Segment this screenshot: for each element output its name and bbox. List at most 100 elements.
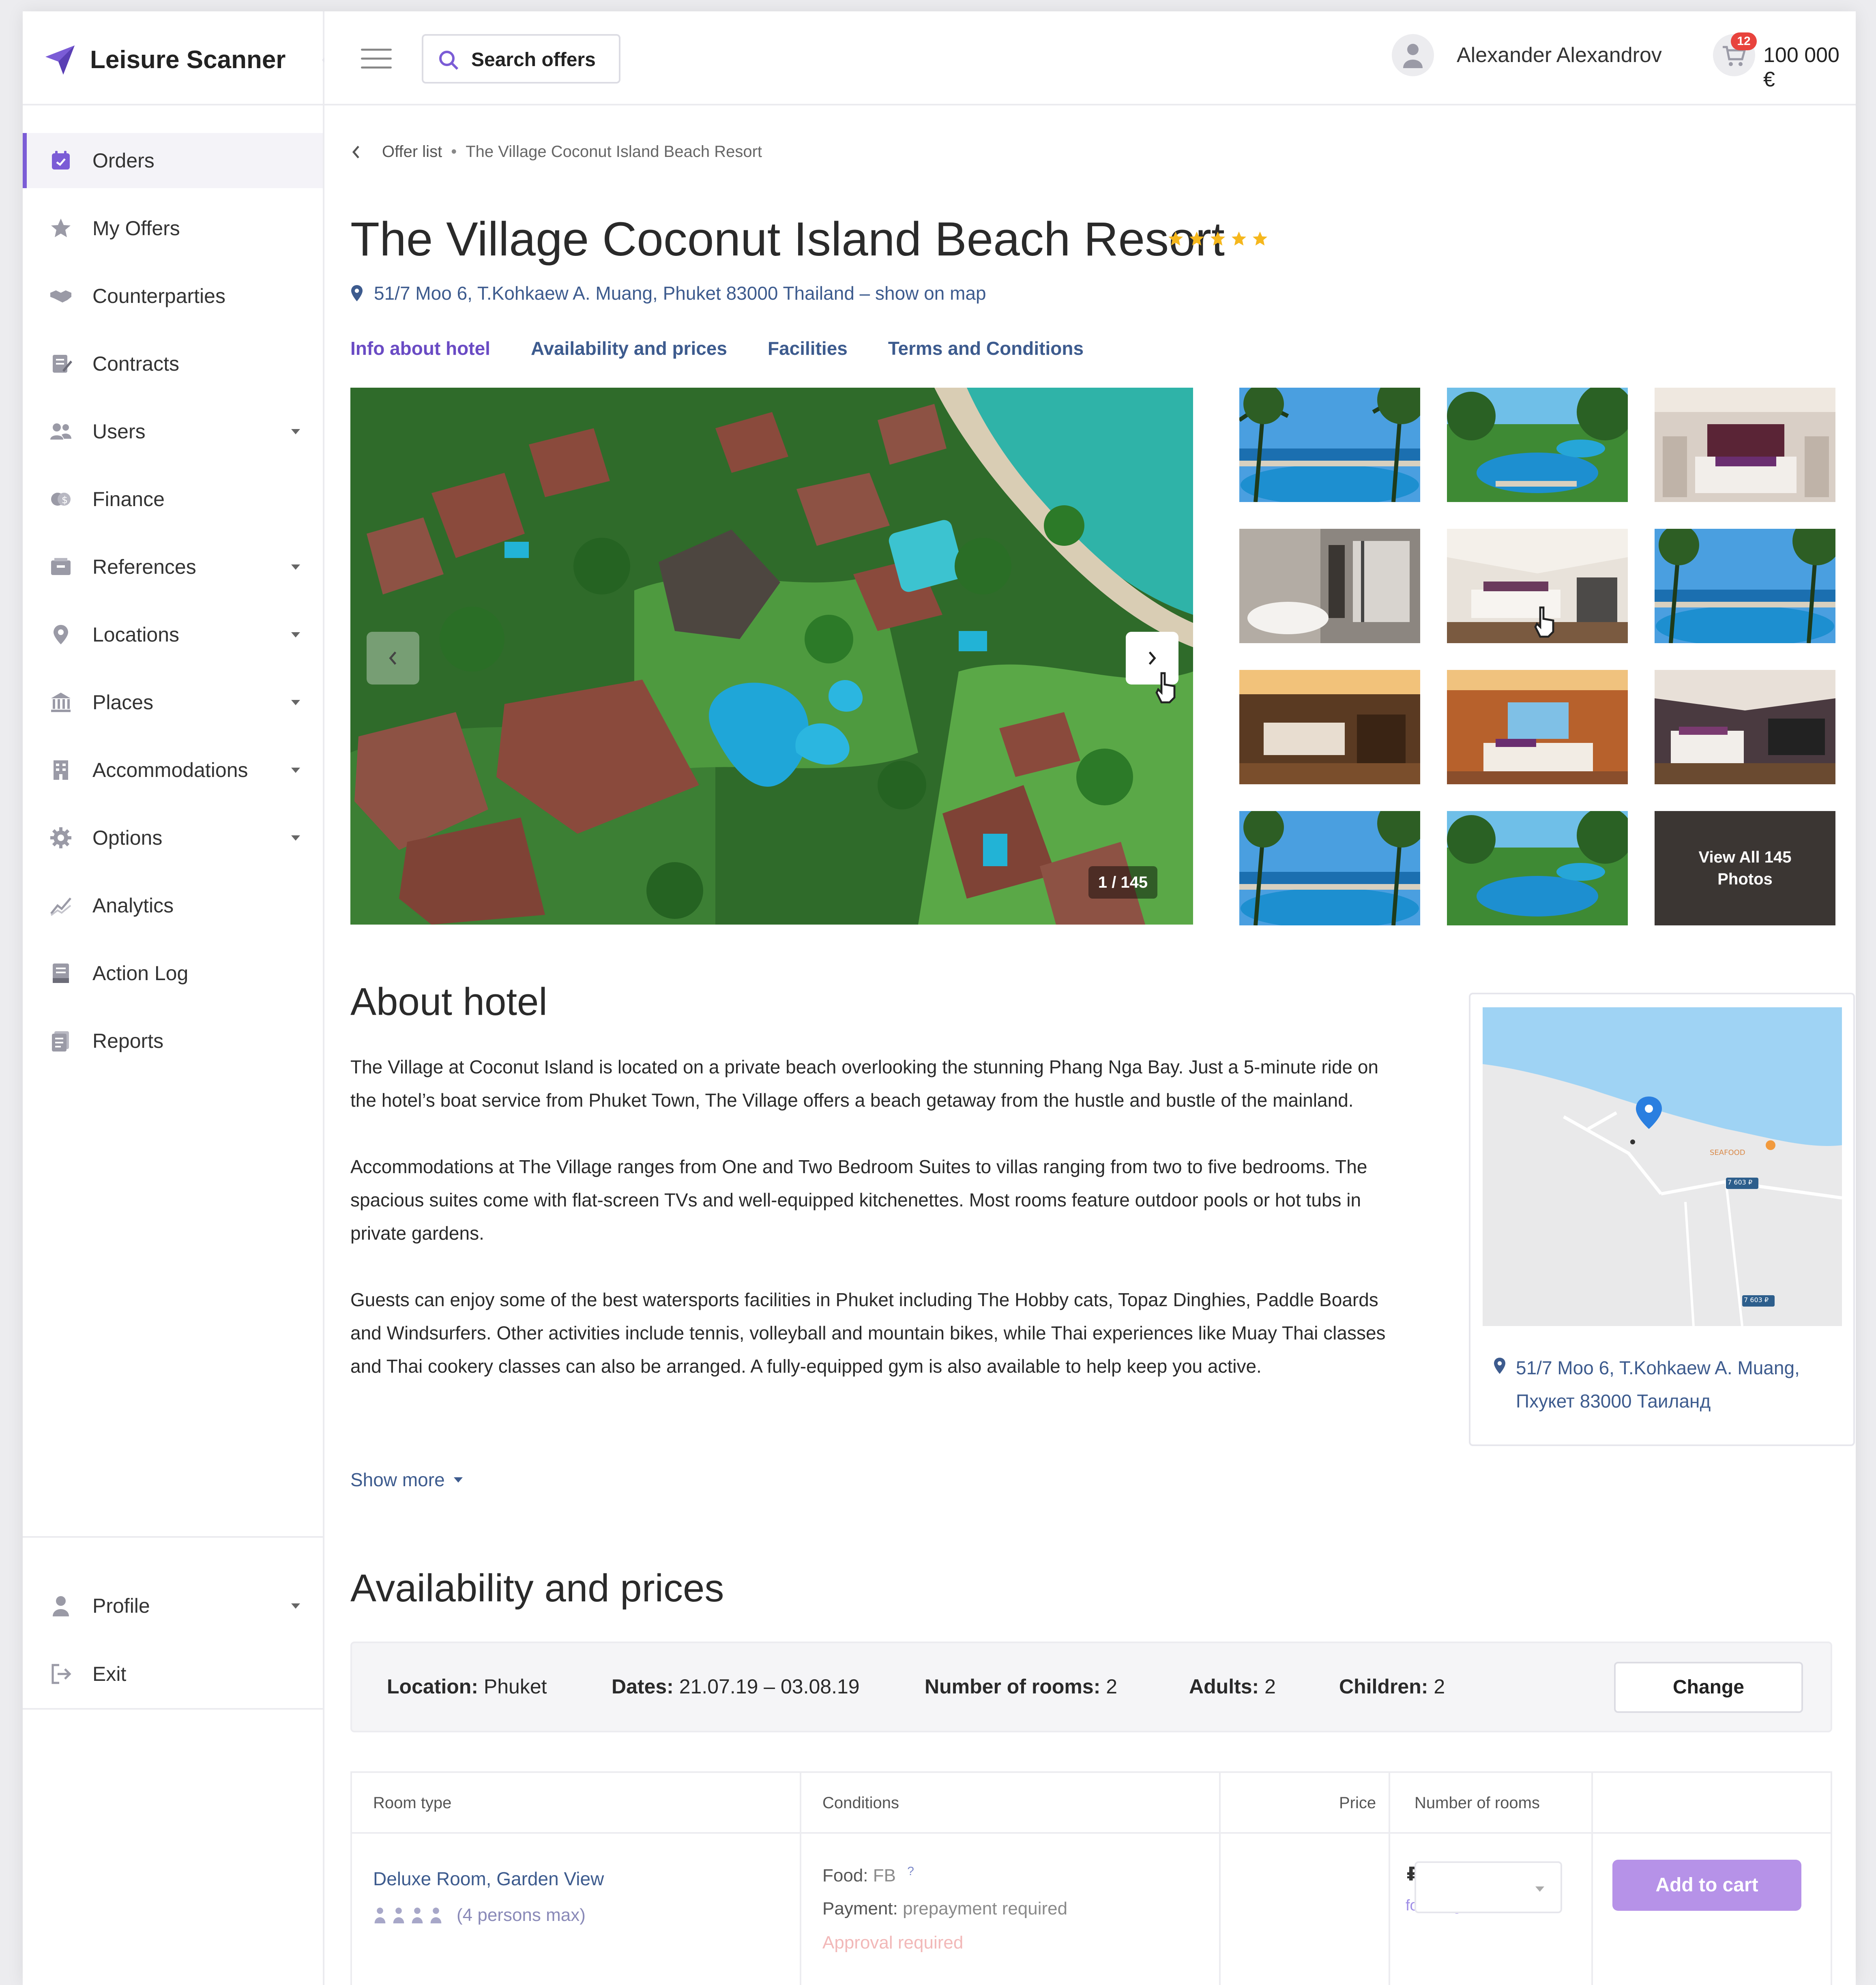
star-icon — [1253, 232, 1267, 246]
pool-sea-photo — [1239, 388, 1420, 502]
gallery-thumbnail[interactable] — [1655, 670, 1835, 784]
filter-location: Location: Phuket — [387, 1675, 547, 1698]
chevron-down-icon — [291, 429, 300, 434]
pool-sea-photo — [1655, 529, 1835, 643]
gallery-main-image[interactable]: 1 / 145 — [350, 388, 1193, 925]
help-icon[interactable]: ? — [907, 1865, 914, 1878]
paper-plane-logo-icon — [45, 45, 75, 75]
about-paragraph: Accommodations at The Village ranges fro… — [350, 1156, 1367, 1244]
top-bar: Search offers Alexander Alexandrov 12 10… — [324, 11, 1856, 105]
sidebar-item-action-log[interactable]: Action Log — [23, 946, 323, 1001]
pool-garden-photo — [1447, 388, 1628, 502]
sidebar-item-orders[interactable]: Orders — [23, 133, 323, 188]
hotel-tabs: Info about hotel Availability and prices… — [350, 337, 1124, 359]
filter-value: 21.07.19 – 03.08.19 — [679, 1675, 860, 1698]
show-more-link[interactable]: Show more — [350, 1469, 463, 1491]
gallery-thumbnail[interactable] — [1239, 670, 1420, 784]
condition-label: Payment: — [822, 1899, 898, 1918]
about-hotel-text: The Village at Coconut Island is located… — [350, 1050, 1405, 1416]
gallery-thumbnail[interactable] — [1239, 811, 1420, 925]
filter-label: Adults: — [1189, 1675, 1259, 1698]
filter-label: Location: — [387, 1675, 478, 1698]
gallery-prev-button[interactable] — [367, 632, 419, 685]
building-icon — [51, 693, 71, 712]
condition-value: prepayment required — [903, 1899, 1068, 1918]
sidebar-item-label: Profile — [92, 1594, 150, 1617]
inbox-icon — [51, 558, 71, 575]
sidebar-item-references[interactable]: References — [23, 539, 323, 594]
sidebar-item-users[interactable]: Users — [23, 404, 323, 459]
map-road-label: 7 603 ₽ — [1744, 1296, 1769, 1304]
brand[interactable]: Leisure Scanner — [23, 11, 329, 105]
tab-availability-and-prices[interactable]: Availability and prices — [531, 337, 727, 359]
sidebar-item-options[interactable]: Options — [23, 810, 323, 865]
view-all-photos-button[interactable]: View All 145 Photos — [1655, 811, 1835, 925]
hamburger-icon — [361, 49, 392, 51]
page-title: The Village Coconut Island Beach Resort — [350, 212, 1225, 266]
view-all-photos-label: View All 145 Photos — [1698, 848, 1792, 888]
sidebar-item-label: Counterparties — [92, 285, 225, 307]
hotel-address: 51/7 Moo 6, T.Kohkaew A. Muang, Phuket 8… — [374, 283, 986, 304]
availability-heading: Availability and prices — [350, 1567, 724, 1610]
bedroom-photo — [1655, 388, 1835, 502]
sidebar-item-finance[interactable]: $ Finance — [23, 472, 323, 527]
filter-dates: Dates: 21.07.19 – 03.08.19 — [612, 1675, 860, 1698]
chevron-down-icon — [291, 835, 300, 841]
users-icon — [50, 423, 71, 440]
gallery-thumbnail[interactable] — [1655, 388, 1835, 502]
map-image — [1483, 1007, 1842, 1326]
breadcrumb-current: The Village Coconut Island Beach Resort — [466, 143, 762, 161]
gallery-thumbnail[interactable] — [1655, 529, 1835, 643]
number-of-rooms-select[interactable] — [1415, 1861, 1562, 1913]
sidebar-item-reports[interactable]: Reports — [23, 1013, 323, 1069]
sidebar-item-accommodations[interactable]: Accommodations — [23, 742, 323, 798]
star-icon — [51, 219, 71, 237]
filter-rooms: Number of rooms: 2 — [925, 1675, 1117, 1698]
gallery-thumbnail[interactable] — [1239, 529, 1420, 643]
filter-label: Children: — [1339, 1675, 1428, 1698]
change-search-button[interactable]: Change — [1614, 1662, 1803, 1713]
sidebar-item-places[interactable]: Places — [23, 675, 323, 730]
sidebar-item-label: Reports — [92, 1030, 164, 1052]
breadcrumb-offer-list-link[interactable]: Offer list — [382, 143, 442, 161]
gallery-thumbnail[interactable] — [1447, 811, 1628, 925]
column-header-conditions: Conditions — [822, 1794, 899, 1812]
filter-value: Phuket — [483, 1675, 547, 1698]
add-to-cart-button[interactable]: Add to cart — [1612, 1860, 1801, 1911]
gallery-thumbnail[interactable] — [1239, 388, 1420, 502]
tab-facilities[interactable]: Facilities — [768, 337, 848, 359]
map-poi-label: SEAFOOD — [1710, 1148, 1745, 1157]
sidebar-item-counterparties[interactable]: Counterparties — [23, 268, 323, 324]
resort-aerial-photo — [350, 388, 1193, 925]
chevron-down-icon — [291, 768, 300, 773]
sidebar-item-analytics[interactable]: Analytics — [23, 878, 323, 933]
hotel-address-link[interactable]: 51/7 Moo 6, T.Kohkaew A. Muang, Phuket 8… — [350, 282, 986, 304]
gallery-thumbnail[interactable] — [1447, 388, 1628, 502]
sidebar-item-contracts[interactable]: Contracts — [23, 336, 323, 391]
tab-terms-and-conditions[interactable]: Terms and Conditions — [888, 337, 1084, 359]
about-paragraph: The Village at Coconut Island is located… — [350, 1056, 1378, 1111]
tab-info-about-hotel[interactable]: Info about hotel — [350, 337, 490, 359]
about-paragraph: Guests can enjoy some of the best waters… — [350, 1289, 1386, 1377]
map-address-text: 51/7 Moo 6, T.Kohkaew A. Muang, Пхукет 8… — [1516, 1357, 1800, 1412]
column-divider — [1591, 1773, 1593, 1985]
sidebar-item-locations[interactable]: Locations — [23, 607, 323, 662]
map-address-link[interactable]: 51/7 Moo 6, T.Kohkaew A. Muang, Пхукет 8… — [1493, 1351, 1842, 1418]
map-widget[interactable]: SEAFOOD 7 603 ₽ 7 603 ₽ — [1483, 1007, 1842, 1326]
coins-icon: $ — [51, 493, 71, 506]
search-offers-button[interactable]: Search offers — [422, 34, 620, 84]
gallery-thumbnail[interactable] — [1447, 670, 1628, 784]
sidebar-item-profile[interactable]: Profile — [23, 1578, 323, 1633]
sidebar-item-exit[interactable]: Exit — [23, 1646, 323, 1702]
sidebar-item-my-offers[interactable]: My Offers — [23, 201, 323, 256]
user-name[interactable]: Alexander Alexandrov — [1457, 43, 1662, 67]
person-icon — [430, 1908, 442, 1923]
star-icon — [1189, 232, 1204, 246]
room-type-link[interactable]: Deluxe Room, Garden View — [373, 1868, 604, 1890]
filter-children: Children: 2 — [1339, 1675, 1445, 1698]
menu-toggle-button[interactable] — [361, 49, 392, 69]
condition-payment: Payment: prepayment required — [822, 1899, 1067, 1919]
gallery-thumbnail[interactable] — [1447, 529, 1628, 643]
avatar[interactable] — [1392, 34, 1434, 76]
chevron-left-icon[interactable] — [350, 144, 362, 160]
